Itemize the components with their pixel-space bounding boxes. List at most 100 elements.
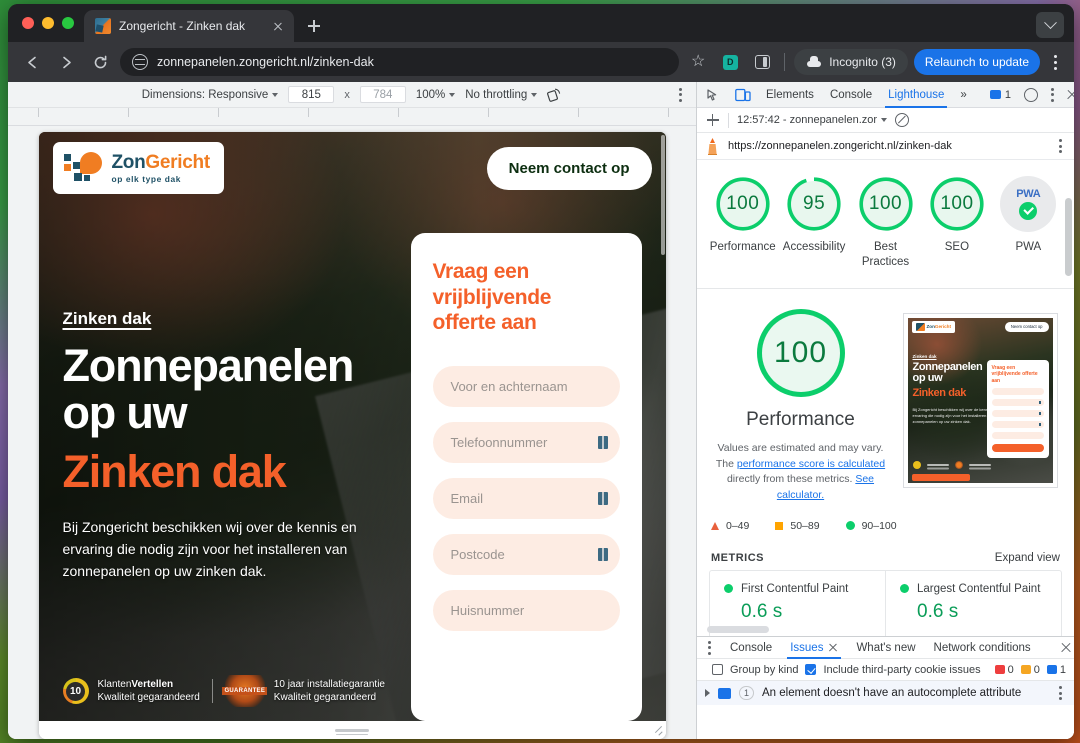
viewport-wrapper: ZonGericht op elk type dak Neem contact … — [8, 126, 696, 739]
status-dot-icon — [724, 584, 733, 593]
bookmark-star-icon[interactable]: ☆ — [685, 49, 711, 75]
trust-title-normal: Klanten — [98, 679, 132, 690]
resize-grip-icon[interactable] — [335, 729, 369, 732]
reload-icon[interactable] — [86, 48, 114, 76]
thumbnail-eyebrow: Zinken dak — [913, 354, 1005, 359]
field-telefoonnummer[interactable]: Telefoonnummer — [433, 422, 620, 463]
field-email[interactable]: Email — [433, 478, 620, 519]
settings-gear-icon[interactable] — [1021, 86, 1041, 104]
expand-triangle-icon[interactable] — [705, 689, 710, 697]
drawer-tab-console[interactable]: Console — [727, 635, 775, 661]
field-voor-en-achternaam[interactable]: Voor en achternaam — [433, 366, 620, 407]
issue-item[interactable]: 1 An element doesn't have an autocomplet… — [697, 681, 1074, 705]
field-postcode[interactable]: Postcode — [433, 534, 620, 575]
include-third-party-label: Include third-party cookie issues — [823, 664, 980, 676]
new-audit-icon[interactable] — [705, 113, 720, 128]
maximize-window-button[interactable] — [62, 17, 74, 29]
score-best-practices[interactable]: 100 Best Practices — [850, 176, 921, 270]
circle-icon — [846, 521, 855, 530]
score-pwa[interactable]: PWA PWA — [993, 176, 1064, 255]
report-menu-icon[interactable] — [1054, 139, 1066, 153]
throttling-dropdown[interactable]: No throttling — [465, 89, 537, 101]
expand-view-button[interactable]: Expand view — [995, 552, 1060, 564]
relaunch-to-update-button[interactable]: Relaunch to update — [914, 49, 1040, 75]
quote-request-form: Vraag een vrijblijvende offerte aan Voor… — [411, 233, 642, 721]
score-label: Accessibility — [783, 240, 846, 255]
group-by-kind-label: Group by kind — [730, 664, 798, 676]
close-window-button[interactable] — [22, 17, 34, 29]
field-huisnummer[interactable]: Huisnummer — [433, 590, 620, 631]
drawer-tab-network-conditions[interactable]: Network conditions — [931, 635, 1034, 661]
trust-text: KlantenVertellen Kwaliteit gegarandeerd — [98, 678, 200, 705]
incognito-indicator[interactable]: Incognito (3) — [794, 49, 908, 75]
page-scrollbar[interactable] — [661, 135, 665, 255]
drawer-menu-icon[interactable] — [703, 641, 715, 655]
side-panel-icon[interactable] — [749, 49, 775, 75]
viewport-resize-bar[interactable] — [39, 721, 666, 739]
score-legend: 0–49 50–89 90–100 — [697, 514, 1074, 544]
tab-lighthouse[interactable]: Lighthouse — [885, 82, 947, 108]
autofill-icon[interactable] — [598, 436, 608, 449]
viewport-width-input[interactable]: 815 — [288, 86, 334, 103]
hero-section: Zinken dak Zonnepanelen op uw Zinken dak… — [39, 204, 666, 721]
extension-icon[interactable]: D — [717, 49, 743, 75]
autofill-icon[interactable] — [598, 548, 608, 561]
forward-icon[interactable] — [52, 48, 80, 76]
viewport-height-input[interactable]: 784 — [360, 86, 406, 103]
score-performance[interactable]: 100 Performance — [707, 176, 778, 255]
rating-score: 10 — [66, 682, 85, 701]
clear-audits-icon[interactable] — [895, 113, 909, 127]
metric-largest-contentful-paint[interactable]: Largest Contentful Paint 0.6 s — [885, 571, 1061, 636]
tab-elements[interactable]: Elements — [763, 82, 817, 108]
dimensions-dropdown[interactable]: Dimensions: Responsive — [142, 89, 279, 101]
site-settings-icon[interactable] — [132, 54, 148, 70]
device-toolbar: Dimensions: Responsive 815 x 784 100% No… — [8, 82, 696, 108]
chrome-menu-icon[interactable] — [1046, 51, 1064, 73]
pwa-gauge: PWA — [1000, 176, 1056, 232]
group-by-kind-checkbox[interactable] — [712, 664, 723, 675]
more-tabs-icon[interactable]: » — [957, 82, 969, 108]
metric-name: Largest Contentful Paint — [917, 583, 1040, 595]
incognito-label: Incognito (3) — [829, 55, 896, 69]
browser-tab[interactable]: Zongericht - Zinken dak — [84, 10, 294, 42]
include-third-party-checkbox[interactable] — [805, 664, 816, 675]
resize-corner-icon[interactable] — [653, 727, 663, 737]
site-logo[interactable]: ZonGericht op elk type dak — [53, 142, 224, 194]
audit-run-dropdown[interactable]: 12:57:42 - zonnepanelen.zor — [737, 114, 887, 126]
neem-contact-op-button[interactable]: Neem contact op — [487, 147, 652, 190]
hero-copy: Zinken dak Zonnepanelen op uw Zinken dak… — [39, 204, 411, 721]
minimize-window-button[interactable] — [42, 17, 54, 29]
score-accessibility[interactable]: 95 Accessibility — [778, 176, 849, 255]
trust-divider — [212, 679, 213, 703]
issues-badge-count: 1 — [1005, 89, 1011, 101]
report-horizontal-scrollbar[interactable] — [707, 626, 769, 633]
score-seo[interactable]: 100 SEO — [921, 176, 992, 255]
score-value: 100 — [869, 193, 902, 215]
close-tab-icon[interactable] — [270, 18, 286, 34]
close-issues-tab-icon[interactable] — [827, 642, 838, 653]
device-toolbar-toggle-icon[interactable] — [733, 86, 753, 104]
tab-console[interactable]: Console — [827, 82, 875, 108]
drawer-tab-whats-new[interactable]: What's new — [853, 635, 918, 661]
close-drawer-icon[interactable] — [1058, 640, 1068, 656]
autofill-icon[interactable] — [598, 492, 608, 505]
inspect-element-icon[interactable] — [703, 86, 723, 104]
device-toolbar-menu-icon[interactable] — [679, 88, 682, 102]
guarantee-subtitle: Kwaliteit gegarandeerd — [274, 692, 376, 703]
devtools-menu-icon[interactable] — [1051, 88, 1054, 102]
address-bar[interactable]: zonnepanelen.zongericht.nl/zinken-dak — [120, 48, 679, 76]
rotate-icon[interactable] — [547, 87, 562, 102]
back-icon[interactable] — [18, 48, 46, 76]
tab-search-chevron-icon[interactable] — [1036, 12, 1064, 38]
drawer-tab-issues[interactable]: Issues — [787, 637, 841, 659]
score-calculated-link[interactable]: performance score is calculated — [737, 458, 885, 470]
issue-menu-icon[interactable] — [1054, 686, 1066, 700]
report-scrollbar[interactable] — [1065, 198, 1072, 276]
new-tab-button[interactable] — [300, 12, 328, 40]
hero-heading: Zonnepanelen op uw Zinken dak — [63, 343, 411, 495]
zoom-dropdown[interactable]: 100% — [416, 89, 455, 101]
issues-badge[interactable]: 1 — [990, 89, 1011, 101]
screenshot-column: ZonGericht Neem contact op Zinken dak Zo… — [900, 307, 1060, 504]
window-controls[interactable] — [20, 4, 84, 42]
close-devtools-icon[interactable] — [1064, 87, 1068, 103]
